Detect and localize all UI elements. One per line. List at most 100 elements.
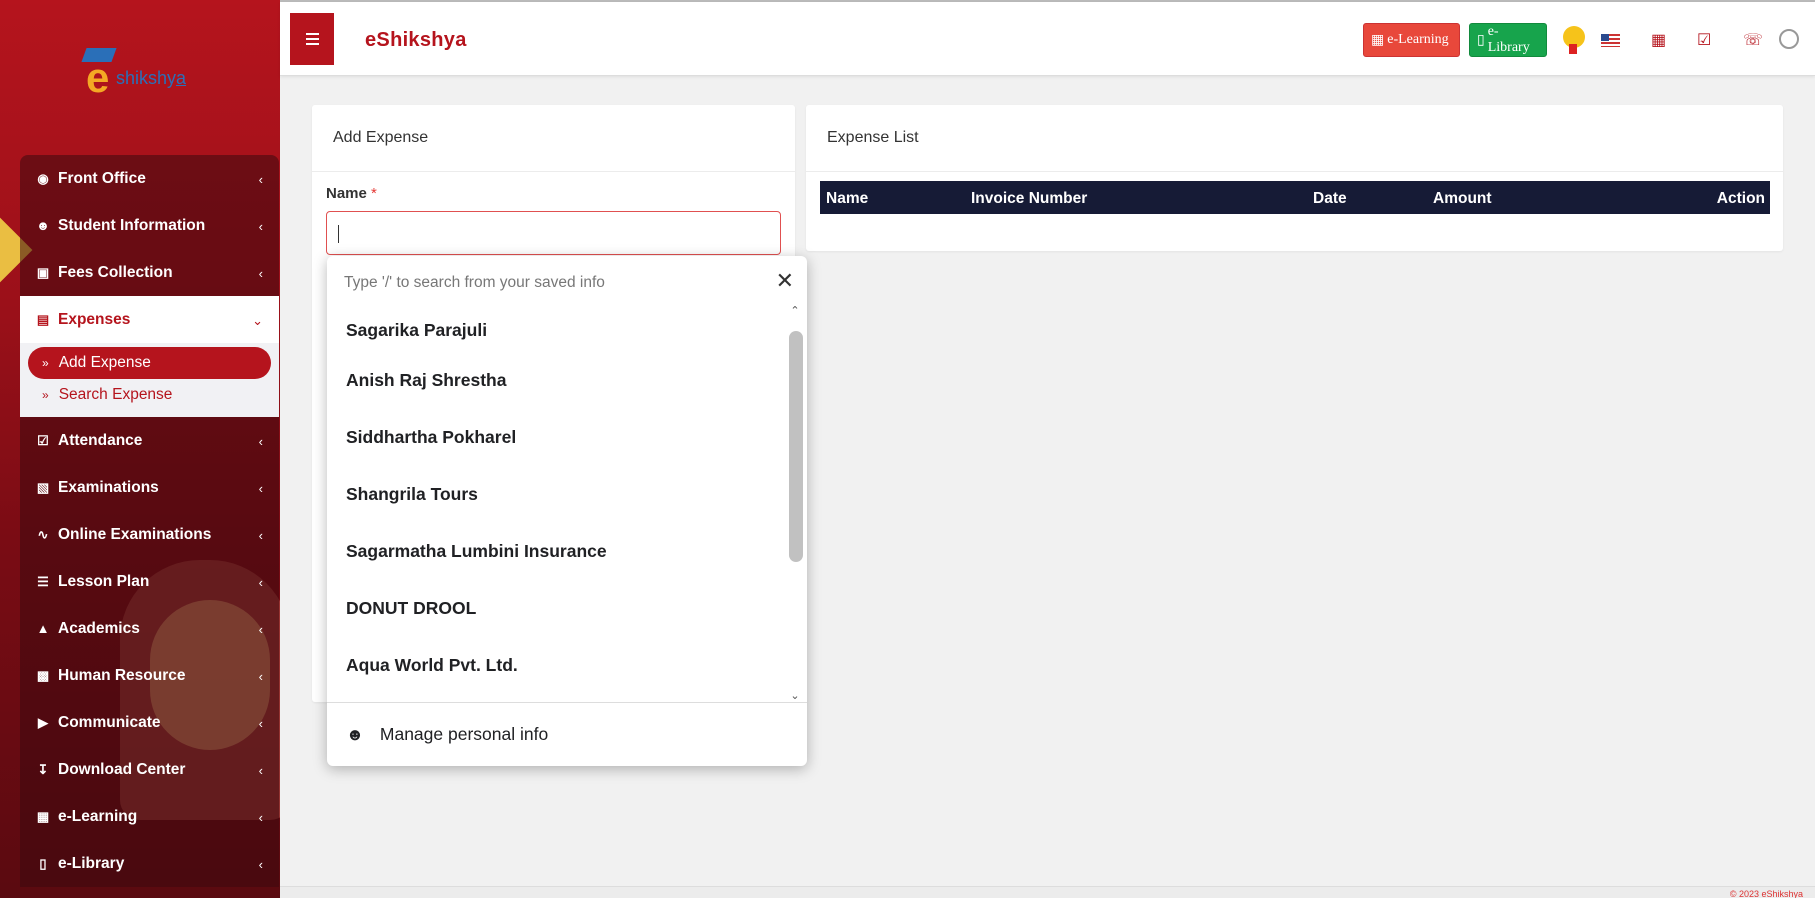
book-icon: ▯ (39, 855, 47, 871)
e-learning-button-label: e-Learning (1387, 32, 1449, 47)
sidebar-item-examinations[interactable]: ▧ Examinations ‹ (20, 464, 279, 511)
map-icon: ▧ (36, 479, 50, 495)
sidebar-item-label: Attendance (58, 431, 143, 449)
chevron-left-icon: ‹ (258, 266, 263, 281)
task-check-icon[interactable]: ☑ (1697, 30, 1711, 50)
autofill-item[interactable]: Aqua World Pvt. Ltd. (327, 637, 782, 694)
sidebar-item-e-learning[interactable]: ▦ e-Learning ‹ (20, 793, 279, 840)
autofill-item[interactable]: Sagarmatha Lumbini Insurance (327, 523, 782, 580)
sidebar-item-expenses[interactable]: ▤ Expenses ⌄ (20, 296, 279, 343)
e-learning-button[interactable]: ▦ e-Learning (1363, 23, 1460, 57)
autofill-scrollbar[interactable]: ⌃ ⌄ (787, 300, 803, 702)
autofill-list: Sagarika Parajuli Anish Raj Shrestha Sid… (327, 300, 782, 702)
scroll-up-arrow-icon[interactable]: ⌃ (787, 304, 803, 317)
sidebar-item-student-information[interactable]: ☻ Student Information ‹ (20, 202, 279, 249)
sidebar-item-label: Download Center (58, 760, 186, 778)
autofill-item[interactable]: Shangrila Tours (327, 466, 782, 523)
sidebar-item-label: e-Learning (58, 807, 138, 825)
calendar-check-icon: ☑ (37, 432, 49, 448)
double-chevron-right-icon: » (42, 388, 49, 402)
list-icon: ☰ (37, 573, 49, 589)
chevron-left-icon: ‹ (258, 434, 263, 449)
chevron-left-icon: ‹ (258, 172, 263, 187)
medal-icon[interactable] (1563, 26, 1585, 54)
chevron-left-icon: ‹ (258, 575, 263, 590)
manage-personal-info-label: Manage personal info (379, 724, 549, 744)
sidebar-item-download-center[interactable]: ↧ Download Center ‹ (20, 746, 279, 793)
sidebar-item-label: e-Library (58, 854, 125, 872)
sidebar-subitem-add-expense[interactable]: » Add Expense (28, 347, 271, 379)
e-library-button[interactable]: ▯ e-Library (1469, 23, 1547, 57)
sidebar-item-communicate[interactable]: ▶ Communicate ‹ (20, 699, 279, 746)
column-header-name[interactable]: Name (826, 190, 868, 208)
chevron-left-icon: ‹ (258, 810, 263, 825)
hamburger-menu-button[interactable] (290, 13, 334, 65)
add-expense-title: Add Expense (312, 105, 795, 172)
expense-list-title: Expense List (806, 105, 1783, 172)
scroll-down-arrow-icon[interactable]: ⌄ (787, 689, 803, 702)
sidebar: e shikshya ◉ Front Office ‹ ☻ Student In… (0, 0, 280, 898)
logo-e: e (86, 54, 110, 101)
sitemap-icon: ▩ (36, 667, 50, 683)
chevron-left-icon: ‹ (258, 669, 263, 684)
chevron-down-icon: ⌄ (252, 313, 263, 328)
sidebar-item-lesson-plan[interactable]: ☰ Lesson Plan ‹ (20, 558, 279, 605)
film-icon: ▦ (1371, 32, 1385, 48)
chevron-left-icon: ‹ (258, 528, 263, 543)
chevron-left-icon: ‹ (258, 481, 263, 496)
sidebar-subitem-label: Search Expense (58, 386, 173, 403)
expenses-submenu: » Add Expense » Search Expense (20, 343, 279, 417)
autofill-item[interactable]: Anish Raj Shrestha (327, 352, 782, 409)
sidebar-item-academics[interactable]: ▲ Academics ‹ (20, 605, 279, 652)
calendar-icon[interactable]: ▦ (1651, 30, 1666, 50)
sidebar-item-label: Examinations (58, 478, 159, 496)
manage-personal-info-button[interactable]: ☻ Manage personal info (327, 702, 807, 766)
copyright-text: © 2023 eShikshya (1729, 889, 1803, 898)
sidebar-item-online-examinations[interactable]: ∿ Online Examinations ‹ (20, 511, 279, 558)
autofill-search-hint[interactable]: Type '/' to search from your saved info (344, 274, 605, 292)
sidebar-item-label: Student Information (58, 216, 206, 234)
us-flag-icon[interactable] (1601, 34, 1620, 47)
expense-list-card: Expense List Name Invoice Number Date Am… (806, 105, 1783, 251)
sidebar-item-attendance[interactable]: ☑ Attendance ‹ (20, 417, 279, 464)
chevron-left-icon: ‹ (258, 857, 263, 872)
topbar: eShikshya ▦ e-Learning ▯ e-Library ▦ ☑ ☏ (280, 2, 1815, 76)
user-avatar-icon[interactable] (1779, 29, 1799, 49)
credit-card-icon: ▤ (36, 311, 50, 327)
user-plus-icon: ☻ (36, 218, 50, 233)
rss-icon: ∿ (37, 526, 49, 542)
bullhorn-icon: ▶ (38, 714, 48, 730)
close-icon[interactable]: ✕ (776, 270, 794, 292)
chevron-left-icon: ‹ (258, 763, 263, 778)
app-logo[interactable]: e shikshya (78, 46, 208, 101)
autofill-item[interactable]: Siddhartha Pokharel (327, 409, 782, 466)
sidebar-item-front-office[interactable]: ◉ Front Office ‹ (20, 155, 279, 202)
name-label: Name * (326, 185, 377, 202)
chevron-left-icon: ‹ (258, 622, 263, 637)
column-header-action[interactable]: Action (1717, 190, 1765, 208)
name-input[interactable] (326, 211, 781, 255)
chevron-left-icon: ‹ (258, 716, 263, 731)
autofill-item[interactable]: Sagarika Parajuli (327, 300, 782, 352)
app-title: eShikshya (365, 29, 467, 51)
person-card-icon: ☻ (346, 724, 364, 744)
chevron-left-icon: ‹ (258, 219, 263, 234)
sidebar-item-e-library[interactable]: ▯ e-Library ‹ (20, 840, 279, 887)
whatsapp-icon[interactable]: ☏ (1743, 30, 1763, 50)
sidebar-item-human-resource[interactable]: ▩ Human Resource ‹ (20, 652, 279, 699)
sidebar-menu: ◉ Front Office ‹ ☻ Student Information ‹… (20, 155, 279, 887)
column-header-date[interactable]: Date (1313, 190, 1347, 208)
sidebar-item-label: Communicate (58, 713, 161, 731)
column-header-amount[interactable]: Amount (1433, 190, 1492, 208)
sidebar-item-label: Front Office (58, 169, 146, 187)
graduation-cap-icon: ▲ (36, 621, 50, 636)
logo-text: shikshya (116, 68, 187, 88)
sidebar-item-label: Fees Collection (58, 263, 173, 281)
sidebar-item-fees-collection[interactable]: ▣ Fees Collection ‹ (20, 249, 279, 296)
scrollbar-thumb[interactable] (789, 331, 803, 562)
double-chevron-right-icon: » (42, 356, 49, 370)
expense-table-header: Name Invoice Number Date Amount Action (820, 181, 1770, 214)
column-header-invoice-number[interactable]: Invoice Number (971, 190, 1087, 208)
sidebar-subitem-search-expense[interactable]: » Search Expense (28, 379, 271, 411)
autofill-item[interactable]: DONUT DROOL (327, 580, 782, 637)
